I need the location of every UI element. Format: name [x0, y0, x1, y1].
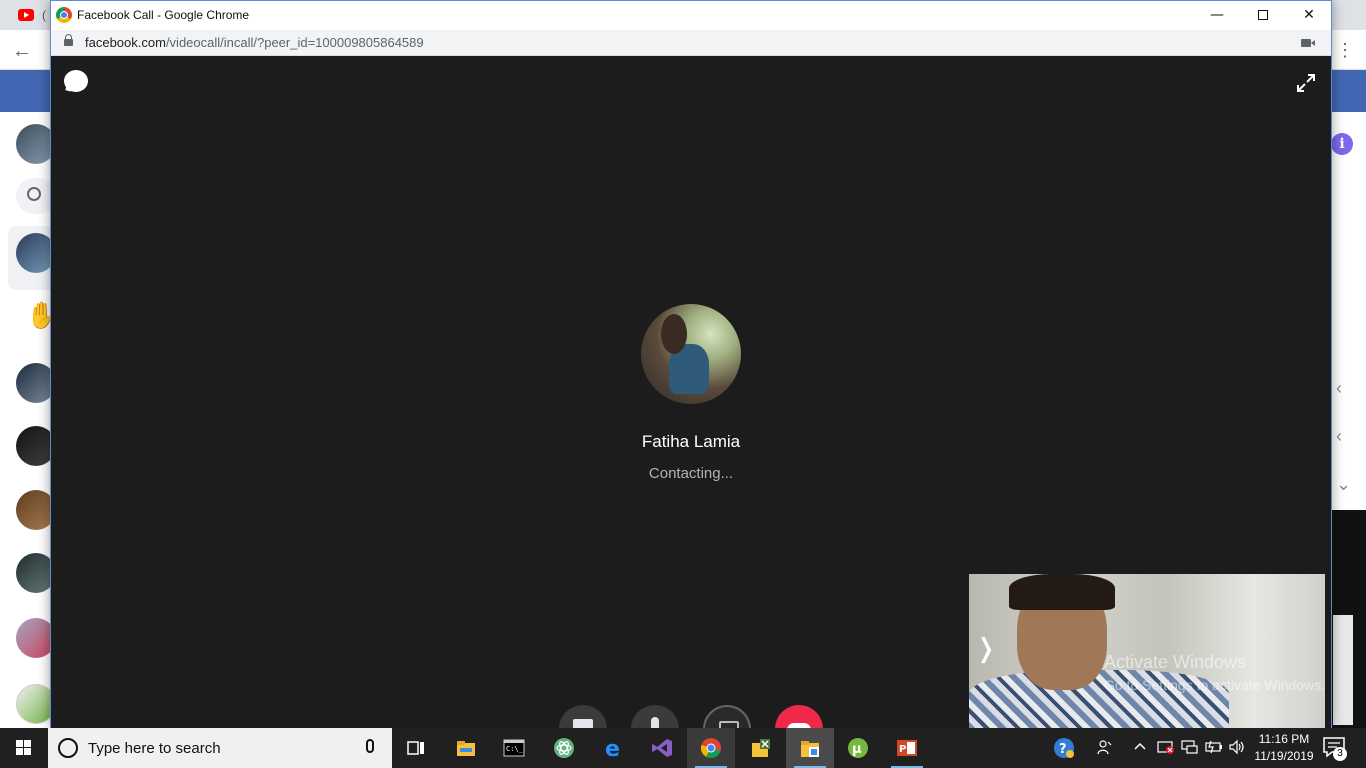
- call-stage: Fatiha Lamia Contacting... ❭: [51, 56, 1331, 728]
- chrome-icon: [700, 738, 721, 759]
- microphone-icon[interactable]: [366, 739, 374, 753]
- file-explorer-button[interactable]: [442, 728, 490, 768]
- app-1-button[interactable]: [737, 728, 785, 768]
- mic-toggle-button[interactable]: [631, 705, 679, 728]
- window-titlebar[interactable]: Facebook Call - Google Chrome — ✕: [51, 1, 1331, 30]
- powerpoint-button[interactable]: P: [883, 728, 931, 768]
- utorrent-button[interactable]: µ: [834, 728, 882, 768]
- chrome-logo-icon: [56, 7, 72, 23]
- folder-tools-icon: [752, 739, 770, 757]
- battery-icon[interactable]: [1205, 739, 1223, 759]
- fullscreen-expand-icon[interactable]: [1295, 72, 1317, 94]
- call-status: Contacting...: [648, 465, 734, 482]
- utorrent-icon: µ: [848, 738, 868, 758]
- visual-studio-button[interactable]: [638, 728, 686, 768]
- windows-logo-icon: [16, 740, 32, 756]
- close-button[interactable]: ✕: [1286, 1, 1332, 30]
- start-button[interactable]: [0, 728, 48, 768]
- back-arrow-icon[interactable]: ←: [12, 40, 32, 63]
- edge-icon: e: [605, 737, 620, 759]
- clock-date: 11/19/2019: [1254, 749, 1314, 763]
- folder-app-icon: [801, 741, 819, 757]
- show-hidden-icons-chevron-icon[interactable]: [1133, 739, 1147, 757]
- cortana-icon: [58, 738, 78, 758]
- self-video-hair: [1009, 574, 1115, 610]
- visual-studio-icon: [652, 739, 672, 757]
- end-call-button[interactable]: [775, 705, 823, 728]
- maximize-icon: [1258, 10, 1268, 20]
- atom-button[interactable]: [540, 728, 588, 768]
- minimize-button[interactable]: —: [1194, 1, 1240, 30]
- background-tab-title[interactable]: (: [42, 8, 46, 22]
- maximize-button[interactable]: [1240, 1, 1286, 30]
- security-center-icon[interactable]: [1157, 739, 1175, 759]
- collapse-self-view-icon[interactable]: ❭: [975, 634, 997, 664]
- svg-text:?: ?: [1059, 742, 1067, 757]
- task-view-icon: [407, 741, 424, 755]
- svg-text:µ: µ: [852, 742, 862, 757]
- volume-icon[interactable]: [1228, 739, 1246, 759]
- svg-text:C:\_: C:\_: [506, 745, 524, 753]
- clock[interactable]: 11:16 PM 11/19/2019: [1248, 731, 1320, 765]
- contact-avatar: [641, 304, 741, 404]
- url-path: /videocall/incall/?peer_id=1000098058645…: [165, 35, 424, 50]
- app-2-button[interactable]: [786, 728, 834, 768]
- help-icon[interactable]: ?: [1053, 737, 1075, 763]
- url-text[interactable]: facebook.com/videocall/incall/?peer_id=1…: [85, 35, 424, 50]
- chrome-button[interactable]: [687, 728, 735, 768]
- svg-text:P: P: [899, 744, 906, 755]
- screen-share-button[interactable]: [703, 705, 751, 728]
- menu-dots-icon[interactable]: ⋮: [1336, 40, 1354, 61]
- powerpoint-icon: P: [897, 740, 917, 756]
- svg-text:e: e: [605, 737, 620, 759]
- background-thumbnail: [1333, 615, 1353, 725]
- self-video-preview[interactable]: ❭: [969, 574, 1325, 728]
- terminal-button[interactable]: C:\_: [490, 728, 538, 768]
- chevron-down-icon[interactable]: ⌄: [1336, 474, 1351, 495]
- search-icon: [27, 187, 41, 201]
- info-icon[interactable]: i: [1331, 133, 1353, 155]
- video-toggle-button[interactable]: [559, 705, 607, 728]
- microphone-icon: [651, 717, 659, 728]
- chevron-left-icon[interactable]: ‹: [1336, 378, 1342, 399]
- facebook-call-window: Facebook Call - Google Chrome — ✕ facebo…: [50, 0, 1332, 728]
- watermark-subtitle: Go to Settings to activate Windows.: [1104, 677, 1325, 693]
- chevron-left-icon[interactable]: ‹: [1336, 426, 1342, 447]
- screen-share-icon: [719, 721, 739, 728]
- folder-icon: [457, 741, 475, 756]
- activate-windows-watermark: Activate Windows Go to Settings to activ…: [1104, 652, 1325, 693]
- camera-icon[interactable]: [1301, 39, 1315, 47]
- people-icon[interactable]: [1097, 739, 1113, 759]
- search-placeholder: Type here to search: [88, 740, 221, 757]
- video-camera-icon: [573, 719, 593, 728]
- atom-icon: [554, 738, 574, 758]
- contact-name: Fatiha Lamia: [641, 432, 741, 451]
- task-view-button[interactable]: [392, 728, 440, 768]
- youtube-icon[interactable]: [18, 9, 34, 21]
- address-bar[interactable]: facebook.com/videocall/incall/?peer_id=1…: [51, 30, 1331, 56]
- url-host: facebook.com: [85, 35, 166, 50]
- chat-bubble-icon[interactable]: [64, 70, 88, 92]
- network-icon[interactable]: [1181, 739, 1199, 759]
- clock-time: 11:16 PM: [1258, 732, 1310, 746]
- edge-button[interactable]: e: [590, 728, 638, 768]
- windows-taskbar: Type here to search C:\_ e µ P ? 11:16 P…: [0, 728, 1366, 768]
- window-title: Facebook Call - Google Chrome: [77, 8, 250, 22]
- lock-icon[interactable]: [64, 34, 73, 46]
- terminal-icon: C:\_: [503, 739, 525, 757]
- watermark-title: Activate Windows: [1104, 652, 1247, 672]
- notification-count-badge: 3: [1333, 747, 1347, 761]
- taskbar-search-box[interactable]: Type here to search: [48, 728, 392, 768]
